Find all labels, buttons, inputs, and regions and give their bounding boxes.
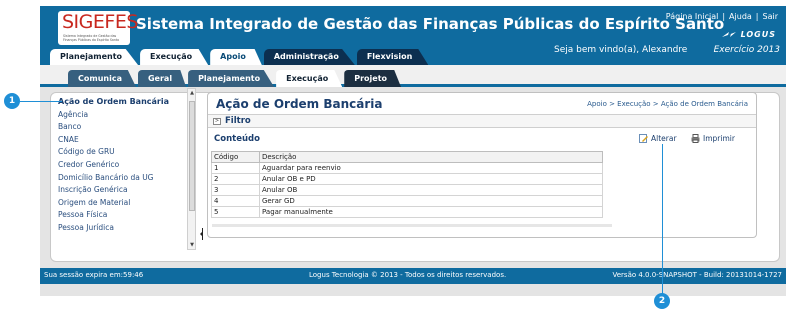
- sidebar-item-pessoa-fisica[interactable]: Pessoa Física: [58, 209, 190, 222]
- alterar-button[interactable]: Alterar: [639, 134, 677, 143]
- sub-tab-bar: Comunica Geral Planejamento Execução Pro…: [40, 65, 786, 87]
- sidebar-item-origem-material[interactable]: Origem de Material: [58, 197, 190, 210]
- column-header-codigo[interactable]: Código: [211, 151, 260, 163]
- logus-brand: LOGUS: [721, 30, 776, 39]
- data-table: Código Descrição 1 Aguardar para reenvio …: [211, 151, 603, 218]
- sidebar-item-acao-ordem-bancaria[interactable]: Ação de Ordem Bancária: [58, 96, 190, 109]
- sigefes-logo[interactable]: SIGEFES Sistema Integrado de Gestão das …: [58, 11, 138, 45]
- printer-icon: [691, 134, 700, 143]
- table-row[interactable]: 2 Anular OB e PD: [211, 173, 603, 185]
- cell-codigo: 1: [211, 162, 260, 174]
- cell-descricao: Gerar GD: [259, 195, 603, 207]
- sidebar-scrollbar[interactable]: ▲ ▼: [187, 88, 196, 250]
- callout-2-badge: 2: [654, 293, 670, 309]
- alterar-label: Alterar: [651, 134, 677, 143]
- filter-section[interactable]: > Filtro: [208, 114, 756, 128]
- edit-icon: [639, 134, 648, 143]
- cell-descricao: Anular OB e PD: [259, 173, 603, 185]
- content-label: Conteúdo: [214, 134, 260, 144]
- subtab-planejamento[interactable]: Planejamento: [188, 70, 275, 87]
- sidebar-item-pessoa-juridica[interactable]: Pessoa Jurídica: [58, 222, 190, 235]
- sidebar-item-banco[interactable]: Banco: [58, 121, 190, 134]
- callout-1-line: [20, 101, 62, 102]
- sub-tabs: Comunica Geral Planejamento Execução Pro…: [68, 70, 403, 87]
- main-panel: Ação de Ordem Bancária Apoio > Execução …: [207, 92, 757, 238]
- filter-label[interactable]: Filtro: [225, 116, 251, 126]
- link-separator: |: [755, 12, 759, 21]
- cell-descricao: Pagar manualmente: [259, 206, 603, 218]
- subtab-execucao[interactable]: Execução: [276, 70, 343, 87]
- table-horizontal-scrollbar[interactable]: [212, 224, 612, 227]
- app-title: Sistema Integrado de Gestão das Finanças…: [136, 15, 725, 33]
- breadcrumb[interactable]: Apoio > Execução > Ação de Ordem Bancári…: [587, 100, 748, 108]
- scroll-up-icon[interactable]: ▲: [189, 90, 195, 96]
- table-row[interactable]: 3 Anular OB: [211, 184, 603, 196]
- subtab-comunica[interactable]: Comunica: [68, 70, 136, 87]
- column-header-descricao[interactable]: Descrição: [259, 151, 603, 163]
- cell-codigo: 4: [211, 195, 260, 207]
- table-row[interactable]: 5 Pagar manualmente: [211, 206, 603, 218]
- callout-2-line: [662, 144, 663, 294]
- table-row[interactable]: 1 Aguardar para reenvio: [211, 162, 603, 174]
- footer-bar: Sua sessão expira em:59:46 Logus Tecnolo…: [40, 268, 786, 284]
- welcome-message: Seja bem vindo(a), Alexandre: [554, 45, 688, 55]
- link-home[interactable]: Página Inicial: [666, 12, 719, 21]
- sidebar-item-credor-generico[interactable]: Credor Genérico: [58, 159, 190, 172]
- collapse-sidebar-icon[interactable]: [200, 228, 203, 240]
- scrollbar-thumb[interactable]: [189, 101, 195, 211]
- session-timer: Sua sessão expira em:59:46: [44, 271, 144, 279]
- sidebar-item-codigo-gru[interactable]: Código de GRU: [58, 146, 190, 159]
- logo-text: SIGEFES: [62, 11, 138, 33]
- link-help[interactable]: Ajuda: [729, 12, 752, 21]
- tab-apoio[interactable]: Apoio: [210, 49, 262, 65]
- callout-1-badge: 1: [4, 93, 20, 109]
- app-header: SIGEFES Sistema Integrado de Gestão das …: [40, 6, 786, 70]
- tab-administracao[interactable]: Administração: [263, 49, 355, 65]
- main-tabs: Planejamento Execução Apoio Administraçã…: [50, 49, 430, 65]
- top-links: Página Inicial | Ajuda | Sair: [664, 12, 780, 21]
- scroll-down-icon[interactable]: ▼: [189, 242, 195, 248]
- table-row[interactable]: 4 Gerar GD: [211, 195, 603, 207]
- logo-subtitle: Sistema Integrado de Gestão das Finanças…: [63, 34, 120, 42]
- link-separator: |: [722, 12, 726, 21]
- cell-descricao: Anular OB: [259, 184, 603, 196]
- sidebar-menu: Ação de Ordem Bancária Agência Banco CNA…: [58, 96, 190, 248]
- sidebar-item-agencia[interactable]: Agência: [58, 109, 190, 122]
- screenshot-stage: SIGEFES Sistema Integrado de Gestão das …: [0, 0, 800, 333]
- imprimir-label: Imprimir: [703, 134, 735, 143]
- subtab-projeto[interactable]: Projeto: [344, 70, 402, 87]
- subtab-geral[interactable]: Geral: [137, 70, 187, 87]
- tab-planejamento[interactable]: Planejamento: [50, 49, 139, 65]
- table-header-row: Código Descrição: [211, 151, 603, 163]
- copyright-text: Logus Tecnologia © 2013 - Todos os direi…: [309, 271, 507, 279]
- sidebar-item-cnae[interactable]: CNAE: [58, 134, 190, 147]
- tab-execucao[interactable]: Execução: [140, 49, 209, 65]
- cell-codigo: 2: [211, 173, 260, 185]
- link-logout[interactable]: Sair: [763, 12, 779, 21]
- logus-icon: [721, 32, 736, 37]
- cell-codigo: 5: [211, 206, 260, 218]
- version-text: Versão 4.0.0-SNAPSHOT - Build: 20131014-…: [612, 271, 783, 279]
- brand-text: LOGUS: [740, 30, 776, 39]
- cell-descricao: Aguardar para reenvio: [259, 162, 603, 174]
- imprimir-button[interactable]: Imprimir: [691, 134, 735, 143]
- exercicio-year[interactable]: Exercício 2013: [714, 45, 780, 55]
- cell-codigo: 3: [211, 184, 260, 196]
- page-title: Ação de Ordem Bancária: [216, 97, 383, 111]
- sidebar-item-inscricao-generica[interactable]: Inscrição Genérica: [58, 184, 190, 197]
- sidebar-item-domicilio-bancario[interactable]: Domicílio Bancário da UG: [58, 172, 190, 185]
- content-header: Conteúdo Alterar Imprimir: [208, 131, 756, 147]
- expand-icon[interactable]: >: [213, 118, 221, 125]
- tab-flexvision[interactable]: Flexvision: [356, 49, 429, 65]
